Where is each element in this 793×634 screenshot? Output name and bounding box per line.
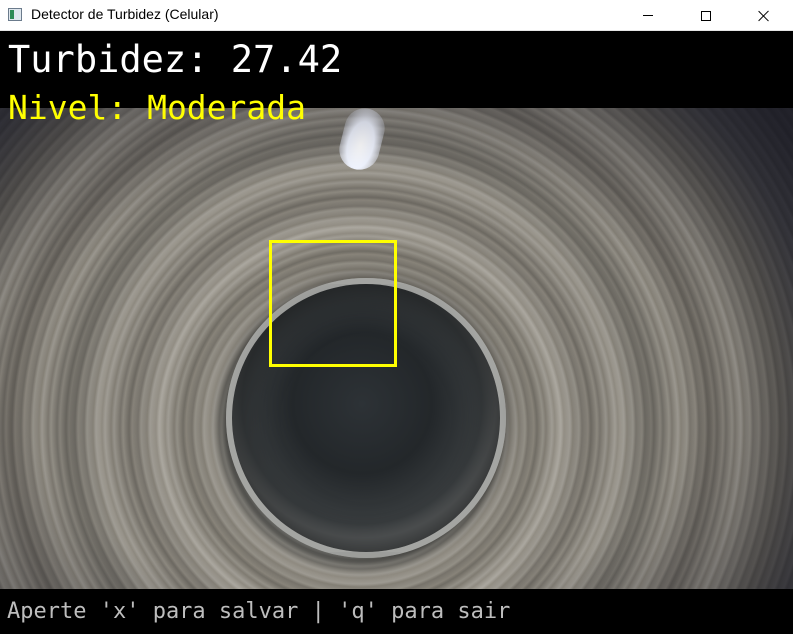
- title-bar[interactable]: Detector de Turbidez (Celular): [0, 0, 793, 31]
- app-window-icon: [8, 8, 22, 21]
- roi-box: [269, 240, 397, 367]
- level-readout: Nivel: Moderada: [8, 88, 307, 127]
- keyboard-hint: Aperte 'x' para salvar | 'q' para sair: [7, 599, 511, 624]
- minimize-icon: [643, 15, 653, 16]
- maximize-icon: [701, 10, 711, 21]
- minimize-button[interactable]: [619, 0, 677, 31]
- window-title: Detector de Turbidez (Celular): [31, 6, 219, 22]
- maximize-button[interactable]: [677, 0, 735, 31]
- camera-feed: [0, 108, 793, 589]
- video-frame: Turbidez: 27.42 Nivel: Moderada Aperte '…: [0, 31, 793, 634]
- close-button[interactable]: [735, 0, 793, 31]
- close-icon: [758, 10, 770, 22]
- turbidity-readout: Turbidez: 27.42: [8, 38, 343, 81]
